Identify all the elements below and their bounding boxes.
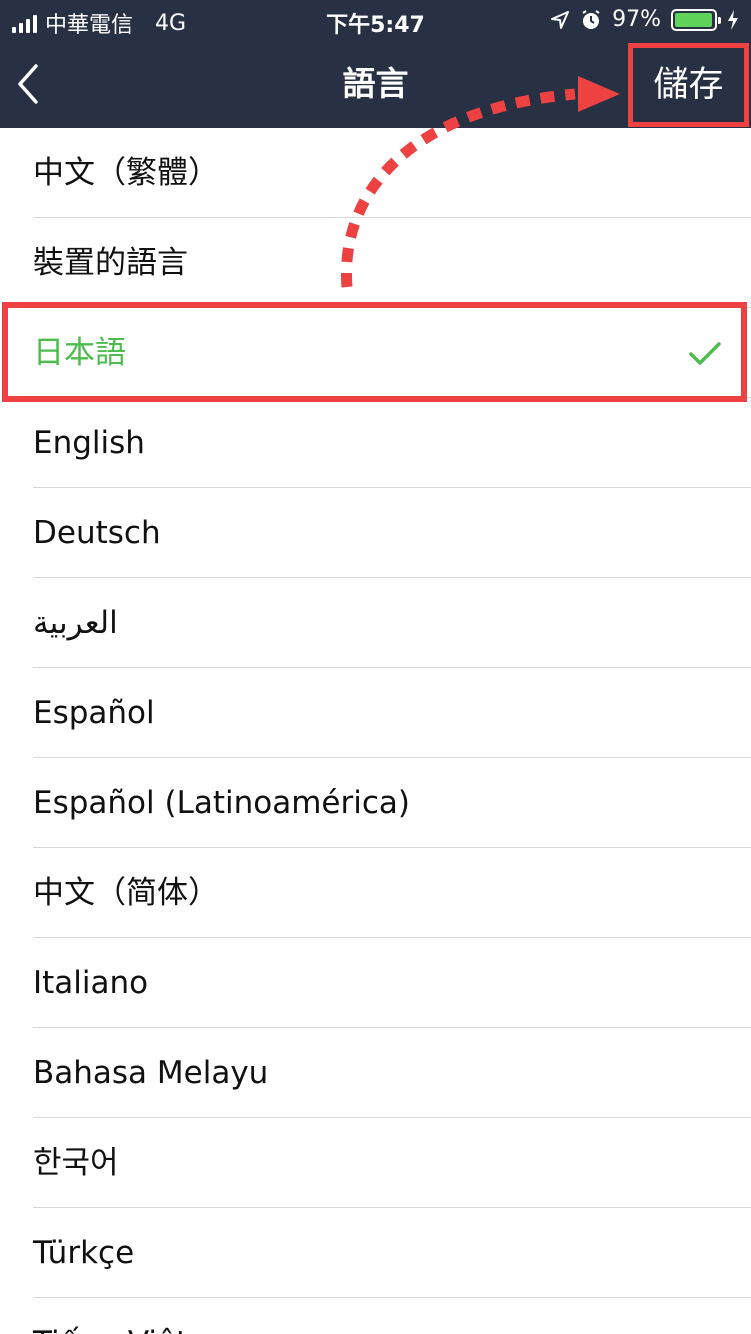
battery-icon bbox=[671, 8, 721, 31]
language-label: Español (Latinoamérica) bbox=[33, 785, 410, 821]
language-option[interactable]: 한국어 bbox=[0, 1118, 751, 1208]
language-option[interactable]: Español bbox=[0, 668, 751, 758]
language-label: 中文（简体） bbox=[33, 875, 219, 911]
language-option[interactable]: Deutsch bbox=[0, 488, 751, 578]
language-option[interactable]: Türkçe bbox=[0, 1208, 751, 1298]
language-option[interactable]: 裝置的語言 bbox=[0, 218, 751, 308]
status-right: 97% bbox=[550, 7, 739, 32]
language-label: Español bbox=[33, 695, 155, 731]
language-option[interactable]: Español (Latinoamérica) bbox=[0, 758, 751, 848]
battery-level bbox=[675, 12, 712, 27]
language-list: 中文（繁體） 裝置的語言日本語 English Deutsch العربية Españ… bbox=[0, 128, 751, 1334]
charging-icon bbox=[728, 9, 738, 30]
language-option[interactable]: Italiano bbox=[0, 938, 751, 1028]
language-label: 裝置的語言 bbox=[33, 245, 188, 281]
language-option[interactable]: 中文（繁體） bbox=[0, 128, 751, 218]
battery-percent: 97% bbox=[612, 7, 661, 32]
language-option[interactable]: English bbox=[0, 398, 751, 488]
language-option[interactable]: Tiếng Việt bbox=[0, 1298, 751, 1334]
alarm-icon bbox=[582, 9, 600, 29]
language-option[interactable]: Bahasa Melayu bbox=[0, 1028, 751, 1118]
location-icon bbox=[551, 10, 570, 29]
language-option[interactable]: 日本語 bbox=[0, 308, 751, 398]
language-label: العربية bbox=[33, 605, 118, 641]
header: 中華電信 4G 下午5:47 97% 語言 儲存 bbox=[0, 0, 751, 128]
language-label: Bahasa Melayu bbox=[33, 1055, 269, 1091]
language-label: Tiếng Việt bbox=[33, 1323, 188, 1334]
language-label: Deutsch bbox=[33, 515, 161, 551]
language-label: Türkçe bbox=[33, 1235, 135, 1271]
language-option[interactable]: العربية bbox=[0, 578, 751, 668]
save-button[interactable]: 儲存 bbox=[628, 43, 749, 127]
language-option[interactable]: 中文（简体） bbox=[0, 848, 751, 938]
language-label: 中文（繁體） bbox=[33, 155, 219, 191]
language-label: 한국어 bbox=[33, 1145, 119, 1181]
language-label: 日本語 bbox=[33, 335, 126, 371]
language-label: Italiano bbox=[33, 965, 149, 1001]
nav-bar: 語言 儲存 bbox=[0, 40, 751, 128]
status-bar: 中華電信 4G 下午5:47 97% bbox=[0, 0, 751, 40]
checkmark-icon bbox=[689, 342, 721, 365]
language-label: English bbox=[33, 425, 145, 461]
